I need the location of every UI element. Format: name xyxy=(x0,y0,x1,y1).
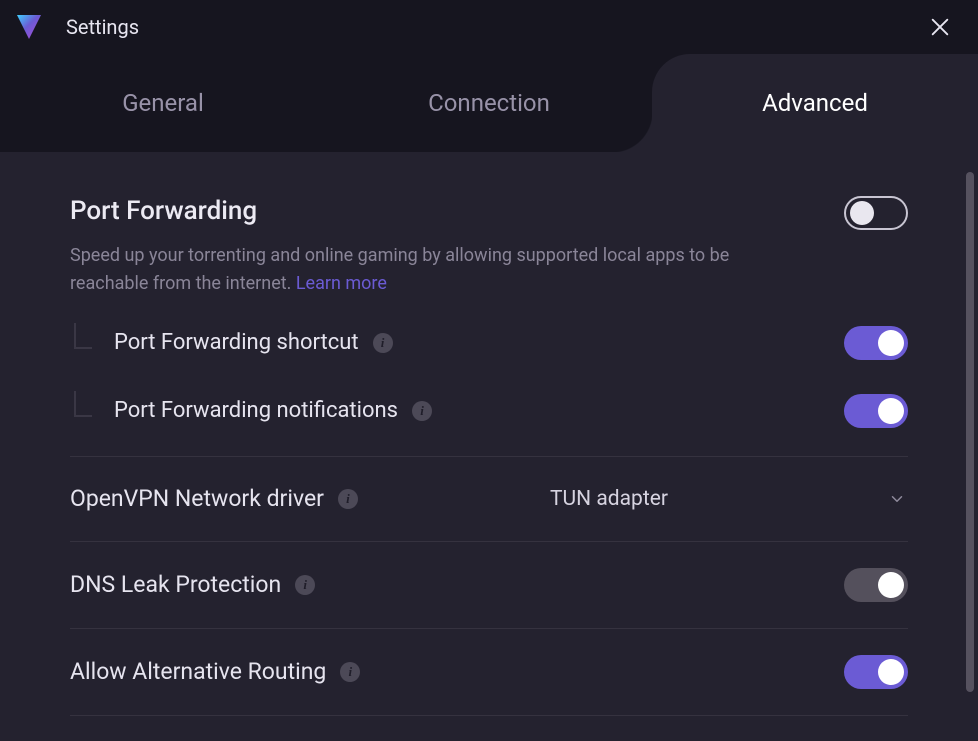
port-forwarding-toggle[interactable] xyxy=(844,196,908,230)
tab-strip: General Connection Advanced xyxy=(0,54,978,152)
port-forwarding-title: Port Forwarding xyxy=(70,196,844,226)
info-icon[interactable]: i xyxy=(373,333,393,353)
port-forwarding-shortcut-row: Port Forwarding shortcut i xyxy=(70,326,908,360)
tree-connector-icon xyxy=(74,323,92,349)
app-logo xyxy=(12,10,46,44)
port-forwarding-notifications-label: Port Forwarding notifications xyxy=(114,398,398,423)
port-forwarding-description-text: Speed up your torrenting and online gami… xyxy=(70,245,729,294)
tab-connection[interactable]: Connection xyxy=(326,54,652,152)
port-forwarding-description: Speed up your torrenting and online gami… xyxy=(70,242,790,298)
port-forwarding-shortcut-toggle[interactable] xyxy=(844,326,908,360)
info-icon[interactable]: i xyxy=(412,401,432,421)
tree-connector-icon xyxy=(74,391,92,417)
window-title: Settings xyxy=(66,15,139,39)
learn-more-link[interactable]: Learn more xyxy=(296,273,387,294)
tab-advanced[interactable]: Advanced xyxy=(652,54,978,152)
settings-scroll-area[interactable]: Port Forwarding Speed up your torrenting… xyxy=(0,152,978,741)
toggle-knob xyxy=(878,330,904,356)
port-forwarding-notifications-toggle[interactable] xyxy=(844,394,908,428)
alt-routing-label: Allow Alternative Routing xyxy=(70,658,326,685)
alt-routing-row: Allow Alternative Routing i xyxy=(70,629,908,716)
titlebar: Settings xyxy=(0,0,978,54)
info-icon[interactable]: i xyxy=(295,575,315,595)
dns-leak-toggle[interactable] xyxy=(844,568,908,602)
scrollbar[interactable] xyxy=(966,172,974,692)
openvpn-driver-row: OpenVPN Network driver i TUN adapter xyxy=(70,457,908,542)
toggle-knob xyxy=(878,572,904,598)
info-icon[interactable]: i xyxy=(338,489,358,509)
toggle-knob xyxy=(878,659,904,685)
port-forwarding-shortcut-label: Port Forwarding shortcut xyxy=(114,330,359,355)
toggle-knob xyxy=(878,398,904,424)
tab-general[interactable]: General xyxy=(0,54,326,152)
openvpn-driver-value: TUN adapter xyxy=(550,487,668,511)
settings-panel: Port Forwarding Speed up your torrenting… xyxy=(0,152,978,741)
chevron-down-icon xyxy=(888,490,906,508)
dns-leak-row: DNS Leak Protection i xyxy=(70,542,908,629)
port-forwarding-notifications-row: Port Forwarding notifications i xyxy=(70,394,908,428)
dns-leak-label: DNS Leak Protection xyxy=(70,571,281,598)
close-icon xyxy=(929,16,951,38)
info-icon[interactable]: i xyxy=(340,662,360,682)
alt-routing-toggle[interactable] xyxy=(844,655,908,689)
toggle-knob xyxy=(850,201,874,225)
port-forwarding-section: Port Forwarding Speed up your torrenting… xyxy=(70,196,908,298)
openvpn-driver-label: OpenVPN Network driver xyxy=(70,485,324,512)
close-button[interactable] xyxy=(922,9,958,45)
ipv6-leak-row: IPv6 Leak Protection i xyxy=(70,716,908,741)
openvpn-driver-select[interactable]: TUN adapter xyxy=(548,483,908,515)
